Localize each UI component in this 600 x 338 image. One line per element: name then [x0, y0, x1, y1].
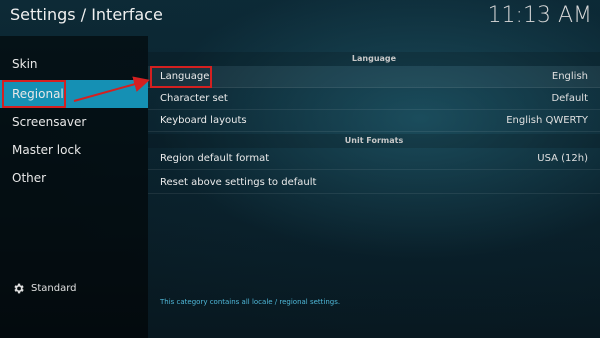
sidebar-item-other[interactable]: Other: [0, 164, 148, 192]
setting-value: English QWERTY: [506, 115, 588, 126]
section-header-unit-formats: Unit Formats: [148, 134, 600, 148]
setting-label: Character set: [160, 93, 228, 104]
section-header-language: Language: [148, 52, 600, 66]
header: Settings / Interface 11:13 AM: [0, 0, 600, 36]
setting-label: Reset above settings to default: [160, 177, 317, 188]
setting-value: Default: [551, 93, 588, 104]
setting-row-character-set[interactable]: Character set Default: [148, 88, 600, 110]
setting-row-region-default-format[interactable]: Region default format USA (12h): [148, 148, 600, 170]
setting-value: English: [551, 71, 588, 82]
sidebar-item-label: Screensaver: [12, 115, 87, 129]
page-title: Settings / Interface: [10, 5, 163, 24]
sidebar-item-skin[interactable]: Skin: [0, 50, 148, 78]
setting-value: USA (12h): [537, 153, 588, 164]
clock: 11:13 AM: [487, 3, 592, 28]
setting-row-reset-defaults[interactable]: Reset above settings to default: [148, 172, 600, 194]
settings-level-label: Standard: [31, 283, 77, 294]
setting-row-language[interactable]: Language English: [148, 66, 600, 88]
sidebar-item-screensaver[interactable]: Screensaver: [0, 108, 148, 136]
settings-level-button[interactable]: Standard: [12, 282, 77, 295]
gear-icon: [14, 283, 24, 294]
highlight-box-language: [150, 66, 212, 88]
sidebar-item-label: Skin: [12, 57, 38, 71]
setting-label: Region default format: [160, 153, 270, 164]
sidebar-item-label: Other: [12, 171, 47, 185]
setting-label: Keyboard layouts: [160, 115, 247, 126]
setting-row-keyboard-layouts[interactable]: Keyboard layouts English QWERTY: [148, 110, 600, 132]
highlight-box-regional: [2, 80, 66, 108]
sidebar-item-label: Master lock: [12, 143, 82, 157]
settings-panel: Language Language English Character set …: [148, 52, 600, 312]
sidebar-item-master-lock[interactable]: Master lock: [0, 136, 148, 164]
category-hint: This category contains all locale / regi…: [160, 298, 341, 306]
